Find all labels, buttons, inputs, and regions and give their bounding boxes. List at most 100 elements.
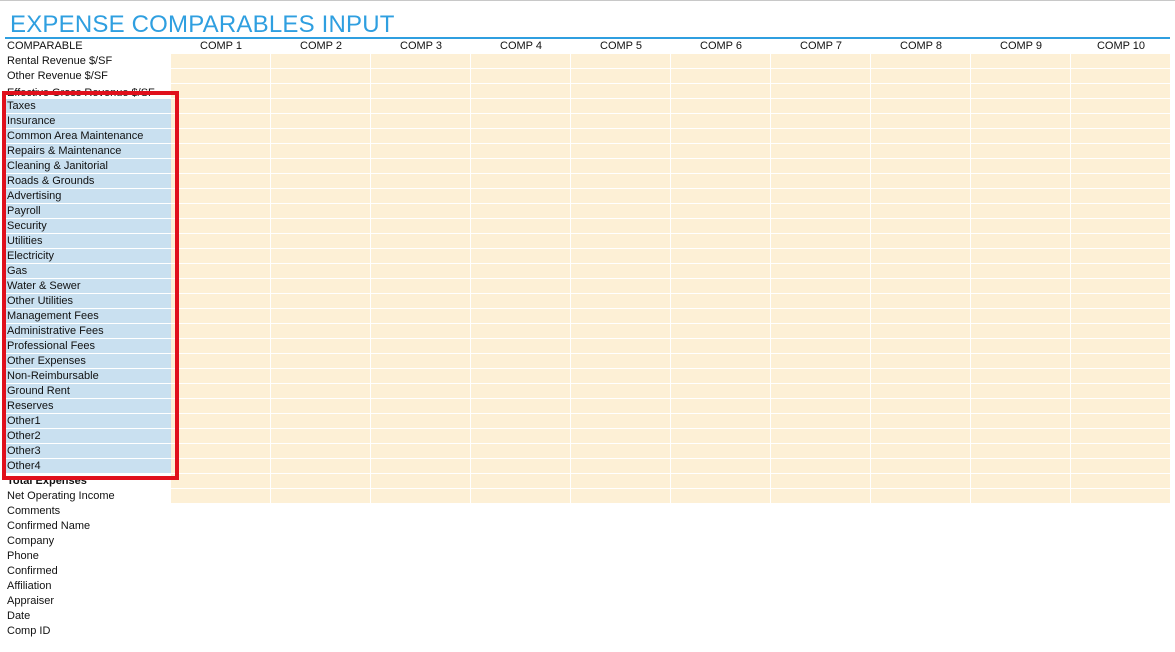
input-cell[interactable] [771, 264, 871, 279]
row-label-revenue[interactable]: Other Revenue $/SF [5, 69, 171, 84]
row-label-expense[interactable]: Advertising [5, 189, 171, 204]
input-cell[interactable] [671, 474, 771, 489]
empty-cell[interactable] [271, 534, 371, 549]
input-cell[interactable] [871, 159, 971, 174]
empty-cell[interactable] [371, 534, 471, 549]
input-cell[interactable] [371, 354, 471, 369]
empty-cell[interactable] [171, 624, 271, 639]
empty-cell[interactable] [371, 594, 471, 609]
input-cell[interactable] [971, 324, 1071, 339]
input-cell[interactable] [671, 294, 771, 309]
input-cell[interactable] [671, 324, 771, 339]
input-cell[interactable] [871, 129, 971, 144]
row-label-expense[interactable]: Electricity [5, 249, 171, 264]
input-cell[interactable] [971, 384, 1071, 399]
empty-cell[interactable] [271, 519, 371, 534]
input-cell[interactable] [471, 174, 571, 189]
empty-cell[interactable] [1071, 534, 1171, 549]
row-label-expense[interactable]: Water & Sewer [5, 279, 171, 294]
row-label-expense[interactable]: Utilities [5, 234, 171, 249]
input-cell[interactable] [871, 339, 971, 354]
empty-cell[interactable] [771, 609, 871, 624]
input-cell[interactable] [1071, 84, 1171, 99]
input-cell[interactable] [871, 369, 971, 384]
input-cell[interactable] [1071, 129, 1171, 144]
row-label-expense[interactable]: Management Fees [5, 309, 171, 324]
input-cell[interactable] [671, 459, 771, 474]
input-cell[interactable] [271, 174, 371, 189]
input-cell[interactable] [871, 324, 971, 339]
input-cell[interactable] [571, 54, 671, 69]
empty-cell[interactable] [971, 579, 1071, 594]
input-cell[interactable] [571, 444, 671, 459]
input-cell[interactable] [1071, 354, 1171, 369]
empty-cell[interactable] [771, 564, 871, 579]
empty-cell[interactable] [1071, 564, 1171, 579]
input-cell[interactable] [871, 114, 971, 129]
input-cell[interactable] [171, 474, 271, 489]
input-cell[interactable] [171, 129, 271, 144]
empty-cell[interactable] [471, 579, 571, 594]
input-cell[interactable] [871, 144, 971, 159]
empty-cell[interactable] [671, 549, 771, 564]
empty-cell[interactable] [571, 609, 671, 624]
input-cell[interactable] [871, 444, 971, 459]
input-cell[interactable] [771, 309, 871, 324]
input-cell[interactable] [171, 429, 271, 444]
input-cell[interactable] [671, 159, 771, 174]
input-cell[interactable] [471, 129, 571, 144]
empty-cell[interactable] [471, 624, 571, 639]
input-cell[interactable] [771, 249, 871, 264]
row-label-info[interactable]: Appraiser [5, 594, 171, 609]
input-cell[interactable] [371, 204, 471, 219]
empty-cell[interactable] [271, 579, 371, 594]
row-label-expense[interactable]: Other2 [5, 429, 171, 444]
empty-cell[interactable] [971, 534, 1071, 549]
input-cell[interactable] [671, 414, 771, 429]
input-cell[interactable] [871, 189, 971, 204]
input-cell[interactable] [671, 279, 771, 294]
input-cell[interactable] [871, 474, 971, 489]
input-cell[interactable] [571, 234, 671, 249]
input-cell[interactable] [971, 129, 1071, 144]
input-cell[interactable] [1071, 429, 1171, 444]
row-label-info[interactable]: Comments [5, 504, 171, 519]
input-cell[interactable] [671, 249, 771, 264]
input-cell[interactable] [771, 369, 871, 384]
input-cell[interactable] [571, 489, 671, 504]
input-cell[interactable] [771, 174, 871, 189]
input-cell[interactable] [571, 219, 671, 234]
empty-cell[interactable] [971, 549, 1071, 564]
input-cell[interactable] [871, 309, 971, 324]
empty-cell[interactable] [771, 594, 871, 609]
input-cell[interactable] [371, 84, 471, 99]
input-cell[interactable] [471, 294, 571, 309]
empty-cell[interactable] [171, 609, 271, 624]
input-cell[interactable] [871, 54, 971, 69]
row-label-info[interactable]: Confirmed [5, 564, 171, 579]
input-cell[interactable] [571, 279, 671, 294]
input-cell[interactable] [871, 489, 971, 504]
input-cell[interactable] [271, 429, 371, 444]
input-cell[interactable] [171, 264, 271, 279]
input-cell[interactable] [371, 219, 471, 234]
empty-cell[interactable] [471, 549, 571, 564]
input-cell[interactable] [971, 54, 1071, 69]
input-cell[interactable] [671, 129, 771, 144]
input-cell[interactable] [471, 159, 571, 174]
input-cell[interactable] [571, 474, 671, 489]
input-cell[interactable] [171, 174, 271, 189]
input-cell[interactable] [771, 99, 871, 114]
row-label-expense[interactable]: Other Utilities [5, 294, 171, 309]
empty-cell[interactable] [1071, 519, 1171, 534]
row-label-expense[interactable]: Repairs & Maintenance [5, 144, 171, 159]
input-cell[interactable] [671, 384, 771, 399]
empty-cell[interactable] [571, 519, 671, 534]
row-label-info[interactable]: Comp ID [5, 624, 171, 639]
row-label-net-operating-income[interactable]: Net Operating Income [5, 489, 171, 504]
input-cell[interactable] [771, 84, 871, 99]
input-cell[interactable] [871, 69, 971, 84]
input-cell[interactable] [871, 99, 971, 114]
input-cell[interactable] [271, 324, 371, 339]
empty-cell[interactable] [371, 579, 471, 594]
